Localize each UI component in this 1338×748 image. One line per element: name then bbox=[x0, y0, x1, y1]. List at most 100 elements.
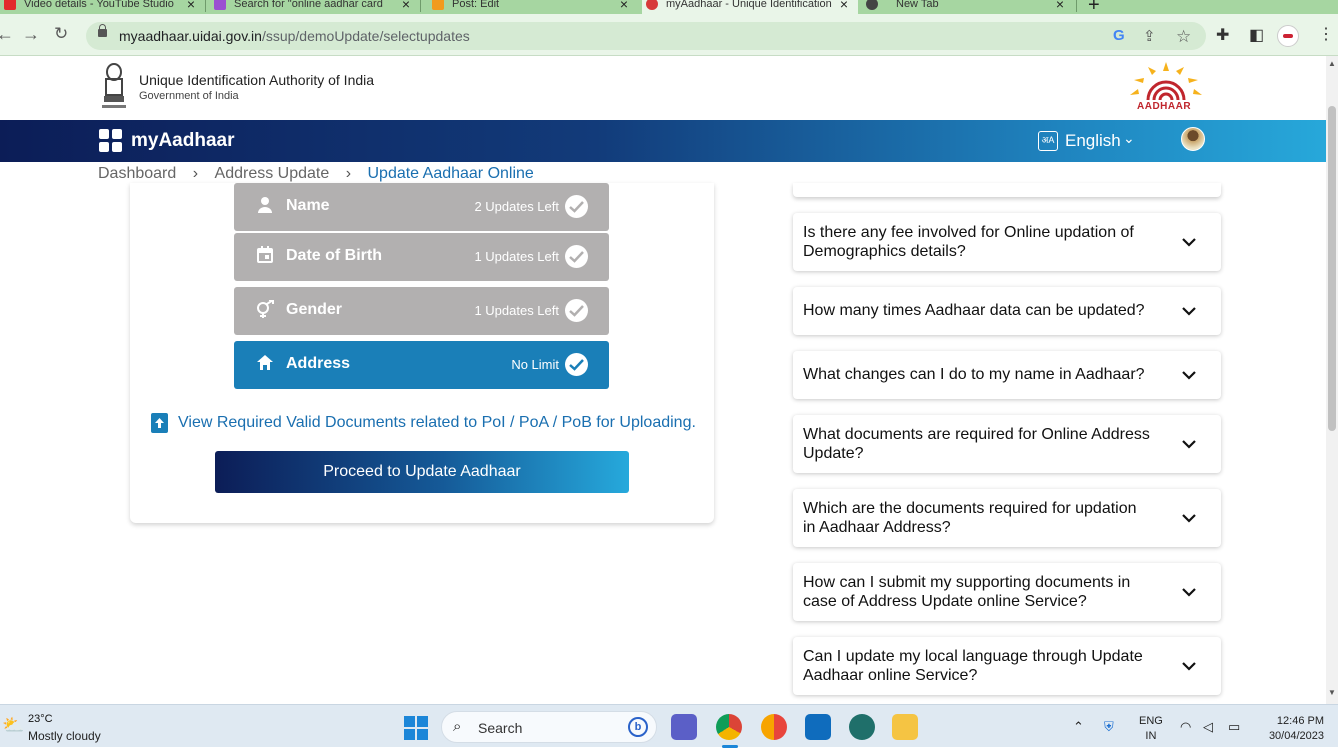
wifi-icon[interactable]: ◠ bbox=[1180, 719, 1191, 735]
address-bar[interactable]: myaadhaar.uidai.gov.in/ssup/demoUpdate/s… bbox=[86, 22, 1206, 50]
battery-icon[interactable]: ▭ bbox=[1228, 719, 1240, 735]
close-tab-icon[interactable]: × bbox=[840, 0, 848, 12]
faq-question: How can I submit my supporting documents… bbox=[803, 574, 1131, 610]
clock-time: 12:46 PM bbox=[1276, 715, 1324, 727]
update-option-address[interactable]: Address No Limit bbox=[234, 341, 609, 389]
browser-tab-search[interactable]: Search for "online aadhar card × bbox=[210, 0, 420, 14]
browser-toolbar: ← → ↻ myaadhaar.uidai.gov.in/ssup/demoUp… bbox=[0, 14, 1338, 56]
teams-chat-icon[interactable] bbox=[671, 714, 697, 740]
brand-title[interactable]: myAadhaar bbox=[131, 130, 235, 152]
faq-question: What changes can I do to my name in Aadh… bbox=[803, 366, 1145, 383]
language-icon[interactable]: अA bbox=[1038, 131, 1058, 151]
chrome-icon[interactable] bbox=[716, 714, 742, 740]
windows-taskbar: ⛅ 23°C Mostly cloudy ⌕ Search b ⌃ ⛨ ENG … bbox=[0, 704, 1338, 748]
faq-item[interactable]: What changes can I do to my name in Aadh… bbox=[793, 351, 1221, 399]
close-tab-icon[interactable]: × bbox=[402, 0, 410, 12]
file-explorer-icon[interactable] bbox=[892, 714, 918, 740]
chevron-down-icon[interactable] bbox=[1181, 510, 1197, 526]
windows-start-icon[interactable] bbox=[404, 716, 428, 740]
option-count: No Limit bbox=[511, 357, 559, 372]
weather-temperature[interactable]: 23°C bbox=[28, 713, 53, 725]
side-panel-icon[interactable]: ◧ bbox=[1249, 25, 1264, 45]
cloudy-weather-icon[interactable]: ⛅ bbox=[2, 715, 24, 736]
update-option-name[interactable]: Name 2 Updates Left bbox=[234, 183, 609, 231]
faq-item[interactable]: Is there any fee involved for Online upd… bbox=[793, 213, 1221, 271]
weather-description[interactable]: Mostly cloudy bbox=[28, 729, 101, 743]
faq-item[interactable]: What documents are required for Online A… bbox=[793, 415, 1221, 473]
chevron-down-icon[interactable] bbox=[1181, 234, 1197, 250]
scrollbar-thumb[interactable] bbox=[1328, 106, 1336, 431]
close-tab-icon[interactable]: × bbox=[1056, 0, 1064, 12]
bookmark-star-icon[interactable]: ☆ bbox=[1176, 27, 1191, 47]
user-avatar[interactable] bbox=[1181, 127, 1205, 151]
update-option-gender[interactable]: Gender 1 Updates Left bbox=[234, 287, 609, 335]
faq-item[interactable]: Which are the documents required for upd… bbox=[793, 489, 1221, 547]
breadcrumb-address-update[interactable]: Address Update bbox=[215, 165, 330, 183]
bing-icon[interactable]: b bbox=[628, 717, 648, 737]
faq-question: Can I update my local language through U… bbox=[803, 648, 1143, 684]
aadhaar-logo-text: AADHAAR bbox=[1137, 101, 1192, 112]
browser-tab-myaadhaar[interactable]: myAadhaar - Unique Identification × bbox=[642, 0, 858, 14]
proceed-to-update-button[interactable]: Proceed to Update Aadhaar bbox=[215, 451, 629, 493]
chevron-down-icon[interactable] bbox=[1181, 436, 1197, 452]
google-translate-icon[interactable]: G bbox=[1113, 27, 1125, 44]
chevron-down-icon[interactable] bbox=[1181, 658, 1197, 674]
chevron-right-icon: › bbox=[192, 165, 199, 182]
faq-item[interactable]: How many times Aadhaar data can be updat… bbox=[793, 287, 1221, 335]
page-scrollbar[interactable]: ▲ ▼ bbox=[1326, 56, 1338, 704]
faq-item[interactable]: How can I submit my supporting documents… bbox=[793, 563, 1221, 621]
system-clock[interactable]: 12:46 PM 30/04/2023 bbox=[1262, 714, 1324, 744]
browser-menu-icon[interactable]: ⋮ bbox=[1318, 24, 1334, 44]
snipping-tool-icon[interactable] bbox=[761, 714, 787, 740]
faq-question: Which are the documents required for upd… bbox=[803, 500, 1137, 536]
chevron-down-icon[interactable] bbox=[1181, 303, 1197, 319]
forward-arrow-icon[interactable]: → bbox=[22, 24, 40, 45]
browser-tab-post-edit[interactable]: Post: Edit × bbox=[428, 0, 638, 14]
security-shield-icon[interactable]: ⛨ bbox=[1104, 719, 1114, 735]
share-icon[interactable]: ⇪ bbox=[1143, 27, 1156, 45]
required-documents-link[interactable]: View Required Valid Documents related to… bbox=[178, 414, 696, 432]
chevron-down-icon[interactable] bbox=[1181, 584, 1197, 600]
browser-tab-youtube-studio[interactable]: Video details - YouTube Studio × bbox=[0, 0, 205, 14]
option-label: Gender bbox=[286, 301, 343, 318]
region-code: IN bbox=[1145, 730, 1157, 742]
calendar-icon bbox=[256, 246, 274, 266]
taskbar-search[interactable]: ⌕ Search b bbox=[441, 711, 657, 743]
browser-tab-new-tab[interactable]: New Tab × bbox=[862, 0, 1074, 14]
outlook-icon[interactable] bbox=[805, 714, 831, 740]
chevron-down-icon[interactable]: ⌄ bbox=[1123, 130, 1135, 147]
option-count: 2 Updates Left bbox=[474, 199, 559, 214]
chevron-up-icon[interactable]: ⌃ bbox=[1073, 719, 1084, 735]
option-label: Name bbox=[286, 197, 330, 214]
faq-item-partial bbox=[793, 183, 1221, 197]
update-option-date-of-birth[interactable]: Date of Birth 1 Updates Left bbox=[234, 233, 609, 281]
home-icon bbox=[256, 354, 274, 374]
check-circle-icon bbox=[565, 353, 588, 376]
tab-title: Post: Edit bbox=[452, 0, 500, 10]
speaker-icon[interactable]: ◁ bbox=[1203, 719, 1213, 735]
scroll-down-arrow-icon[interactable]: ▼ bbox=[1328, 688, 1336, 697]
tab-title: New Tab bbox=[896, 0, 939, 10]
browser-tab-strip: Video details - YouTube Studio × Search … bbox=[0, 0, 1338, 16]
check-circle-icon bbox=[565, 195, 588, 218]
input-language-indicator[interactable]: ENG IN bbox=[1139, 714, 1163, 744]
extensions-puzzle-icon[interactable]: ✚ bbox=[1216, 25, 1229, 45]
site-header: Unique Identification Authority of India… bbox=[0, 56, 1326, 120]
apps-grid-icon[interactable] bbox=[99, 129, 123, 153]
close-tab-icon[interactable]: × bbox=[187, 0, 195, 12]
tab-title: myAadhaar - Unique Identification bbox=[666, 0, 832, 10]
top-nav-bar: myAadhaar अA English ⌄ bbox=[0, 120, 1326, 162]
browser-profile-avatar[interactable] bbox=[1277, 25, 1299, 47]
breadcrumb-dashboard[interactable]: Dashboard bbox=[98, 165, 176, 183]
scroll-up-arrow-icon[interactable]: ▲ bbox=[1328, 59, 1336, 68]
chevron-right-icon: › bbox=[345, 165, 352, 182]
media-player-icon[interactable] bbox=[849, 714, 875, 740]
close-tab-icon[interactable]: × bbox=[620, 0, 628, 12]
faq-item[interactable]: Can I update my local language through U… bbox=[793, 637, 1221, 695]
lock-icon bbox=[98, 24, 107, 37]
chevron-down-icon[interactable] bbox=[1181, 367, 1197, 383]
back-arrow-icon[interactable]: ← bbox=[0, 24, 14, 45]
breadcrumb-current: Update Aadhaar Online bbox=[367, 165, 534, 182]
reload-icon[interactable]: ↻ bbox=[54, 24, 68, 44]
language-selector[interactable]: English bbox=[1065, 131, 1121, 151]
